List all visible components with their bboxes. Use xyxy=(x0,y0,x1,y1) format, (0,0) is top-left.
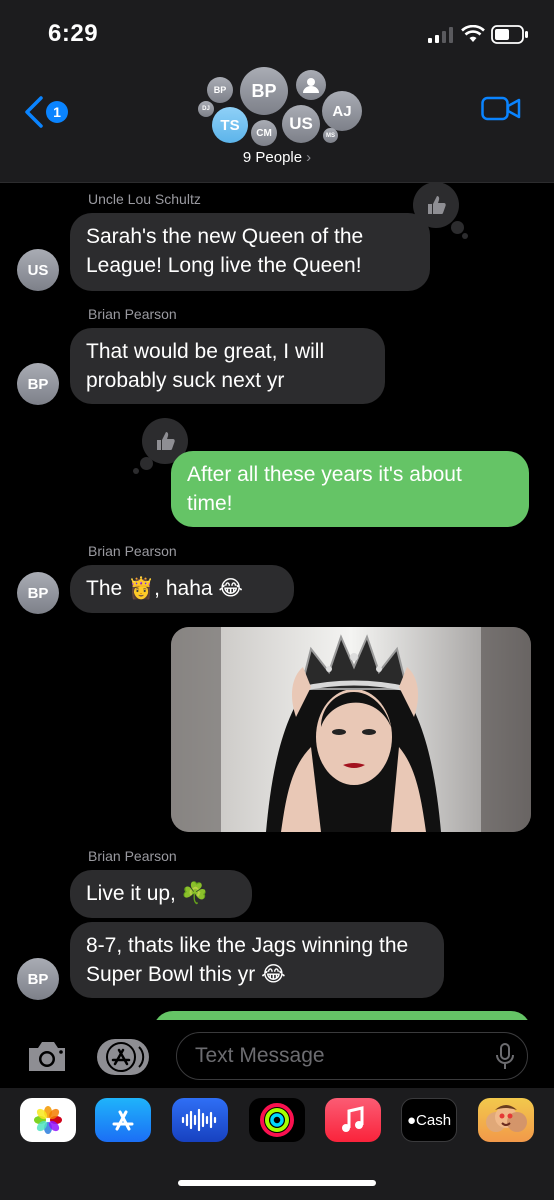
avatar-person-icon xyxy=(296,70,326,100)
message-bubble-incoming[interactable]: Sarah's the new Queen of the League! Lon… xyxy=(70,213,430,291)
sender-name: Uncle Lou Schultz xyxy=(88,191,201,207)
gif-image-message[interactable] xyxy=(171,627,531,832)
app-store-app-icon[interactable] xyxy=(95,1098,151,1142)
message-input-placeholder: Text Message xyxy=(195,1044,325,1067)
app-store-button[interactable] xyxy=(97,1039,149,1075)
cash-label: ●Cash xyxy=(406,1111,452,1129)
audio-message-app-icon[interactable] xyxy=(172,1098,228,1142)
home-indicator xyxy=(178,1180,376,1186)
video-call-icon[interactable] xyxy=(481,96,521,122)
chevron-right-icon: › xyxy=(306,149,312,166)
avatar-bp-small: BP xyxy=(207,77,233,103)
avatar-ts: TS xyxy=(212,107,248,143)
sender-avatar[interactable]: US xyxy=(17,249,59,291)
back-chevron-icon[interactable] xyxy=(22,96,46,128)
signal-icon xyxy=(428,27,453,43)
memoji-app-icon[interactable] xyxy=(478,1098,534,1142)
sender-name: Brian Pearson xyxy=(88,306,177,322)
sender-avatar[interactable]: BP xyxy=(17,363,59,405)
thumbs-up-tapback-icon[interactable] xyxy=(413,182,459,228)
sender-avatar[interactable]: BP xyxy=(17,958,59,1000)
activity-app-icon[interactable] xyxy=(249,1098,305,1142)
avatar-ms: MS xyxy=(323,128,338,143)
status-time: 6:29 xyxy=(48,20,99,47)
sender-avatar[interactable]: BP xyxy=(17,572,59,614)
avatar-bp: BP xyxy=(240,67,288,115)
wifi-icon xyxy=(461,25,485,42)
message-bubble-incoming[interactable]: That would be great, I will probably suc… xyxy=(70,328,385,404)
photos-app-icon[interactable] xyxy=(20,1098,76,1142)
avatar-cm: CM xyxy=(251,120,277,146)
avatar-aj: AJ xyxy=(322,91,362,131)
people-count-link[interactable]: 9 People › xyxy=(0,149,554,166)
apple-cash-app-icon[interactable]: ●Cash xyxy=(401,1098,457,1142)
message-bubble-incoming[interactable]: Live it up, ☘️ xyxy=(70,870,252,918)
group-avatars[interactable]: BP DJ BP AJ TS CM US MS xyxy=(190,65,365,146)
microphone-icon[interactable] xyxy=(495,1042,515,1072)
avatar-dj: DJ xyxy=(198,101,214,117)
music-app-icon[interactable] xyxy=(325,1098,381,1142)
app-store-icon xyxy=(106,1042,145,1072)
message-bubble-incoming[interactable]: 8-7, thats like the Jags winning the Sup… xyxy=(70,922,444,998)
avatar-us: US xyxy=(282,105,320,143)
battery-icon xyxy=(491,25,528,44)
sender-name: Brian Pearson xyxy=(88,848,177,864)
message-bubble-outgoing[interactable]: After all these years it's about time! xyxy=(171,451,529,527)
sender-name: Brian Pearson xyxy=(88,543,177,559)
unread-badge[interactable]: 1 xyxy=(46,101,68,123)
people-count-label: 9 People xyxy=(242,149,303,166)
camera-icon[interactable] xyxy=(25,1038,69,1074)
message-bubble-incoming[interactable]: The 👸, haha 😂 xyxy=(70,565,294,613)
